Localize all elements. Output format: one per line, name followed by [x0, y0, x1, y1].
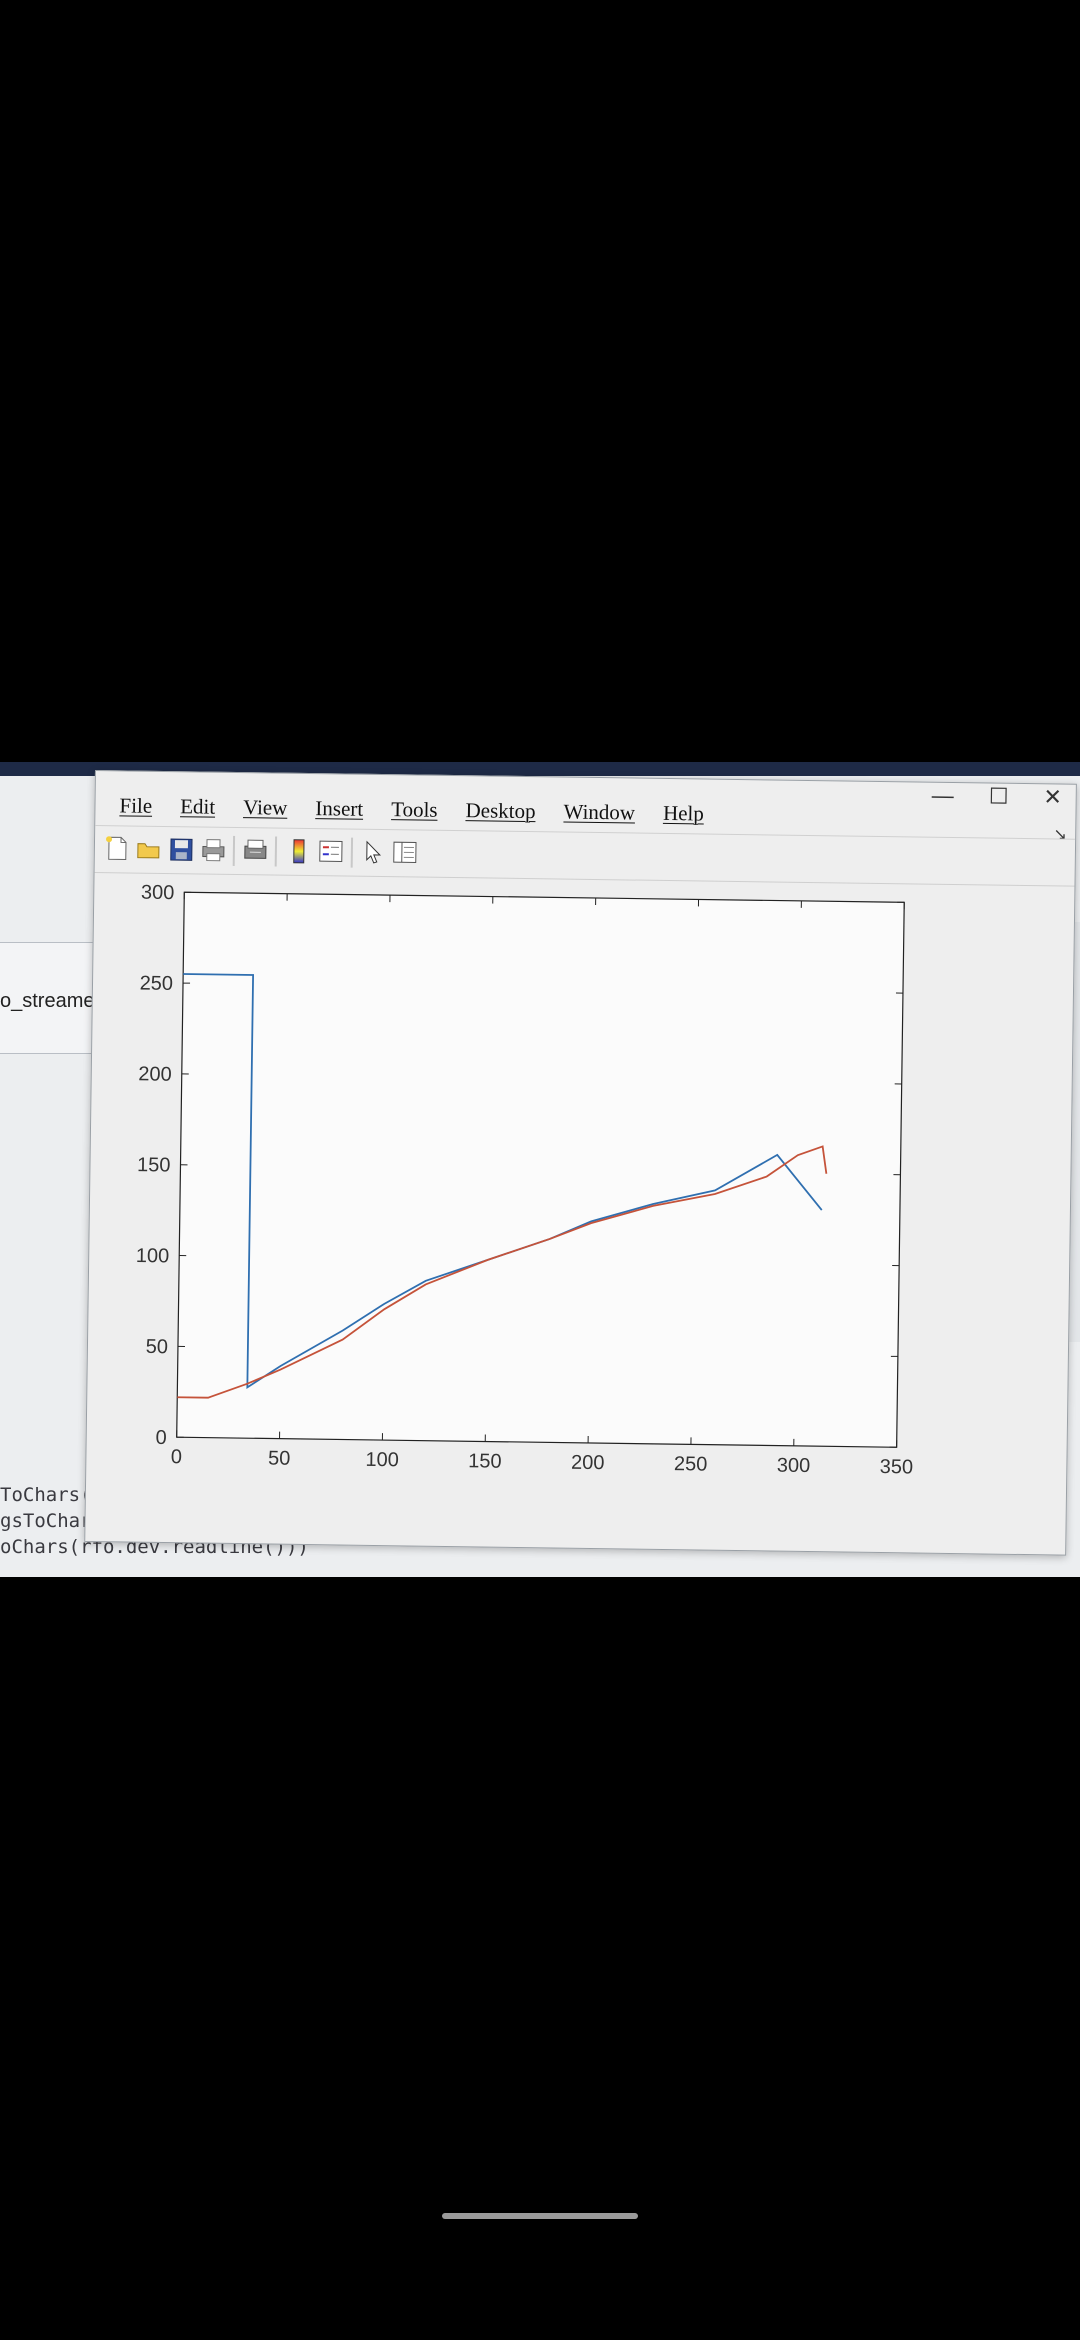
toolbar-separator [350, 837, 354, 868]
close-button[interactable]: ✕ [1038, 784, 1068, 809]
x-tick-label: 0 [171, 1446, 182, 1468]
open-file-icon[interactable] [135, 835, 163, 863]
y-tick-label: 50 [146, 1336, 169, 1358]
minimize-button[interactable]: — [928, 783, 958, 808]
toolbar [94, 825, 1076, 887]
menu-insert[interactable]: Insert [301, 790, 377, 825]
y-tick-label: 150 [137, 1154, 171, 1176]
print-icon[interactable] [199, 835, 227, 863]
y-tick-label: 250 [139, 972, 173, 994]
menu-bar: File Edit View Insert Tools Desktop Wind… [105, 787, 718, 830]
y-tick-label: 0 [155, 1427, 166, 1449]
x-tick-label: 100 [365, 1449, 399, 1471]
menu-view[interactable]: View [229, 789, 302, 824]
x-tick-label: 50 [268, 1447, 291, 1469]
menu-desktop[interactable]: Desktop [451, 792, 549, 827]
y-tick-label: 100 [136, 1245, 170, 1267]
print-preview-icon[interactable] [241, 836, 269, 864]
gesture-navigation-bar[interactable] [442, 2213, 638, 2219]
y-tick-label: 300 [141, 882, 175, 904]
photographed-screen: o_streame ToChars(rf gsToChars(rfo.dev.r… [0, 762, 1080, 1577]
x-tick-label: 150 [468, 1450, 502, 1472]
toolbar-separator [274, 836, 278, 867]
menu-help[interactable]: Help [649, 795, 718, 830]
colorbar-icon[interactable] [285, 837, 313, 865]
toolbar-separator [232, 835, 236, 866]
x-tick-label: 250 [674, 1453, 708, 1475]
new-figure-icon[interactable] [103, 834, 131, 862]
plot-area[interactable]: 0 50 100 150 200 250 300 350 0 50 100 150 200 250 300 [106, 881, 1055, 1534]
maximize-button[interactable]: ☐ [984, 783, 1014, 808]
y-tick-label: 200 [138, 1063, 172, 1085]
pointer-icon[interactable] [359, 838, 387, 866]
figure-window: — ☐ ✕ ↘ File Edit View Insert Tools Desk… [84, 770, 1077, 1556]
x-tick-label: 300 [777, 1455, 811, 1477]
legend-icon[interactable] [317, 837, 345, 865]
x-tick-label: 350 [880, 1456, 914, 1478]
save-icon[interactable] [167, 835, 195, 863]
property-editor-icon[interactable] [391, 838, 419, 866]
menu-edit[interactable]: Edit [166, 788, 229, 823]
menu-file[interactable]: File [105, 787, 166, 822]
menu-tools[interactable]: Tools [377, 791, 452, 826]
background-panel-label: o_streame [0, 990, 95, 1012]
line-chart: 0 50 100 150 200 250 300 350 0 50 100 150 200 250 300 [136, 882, 914, 1479]
x-tick-label: 200 [571, 1452, 605, 1474]
menu-window[interactable]: Window [549, 793, 649, 828]
